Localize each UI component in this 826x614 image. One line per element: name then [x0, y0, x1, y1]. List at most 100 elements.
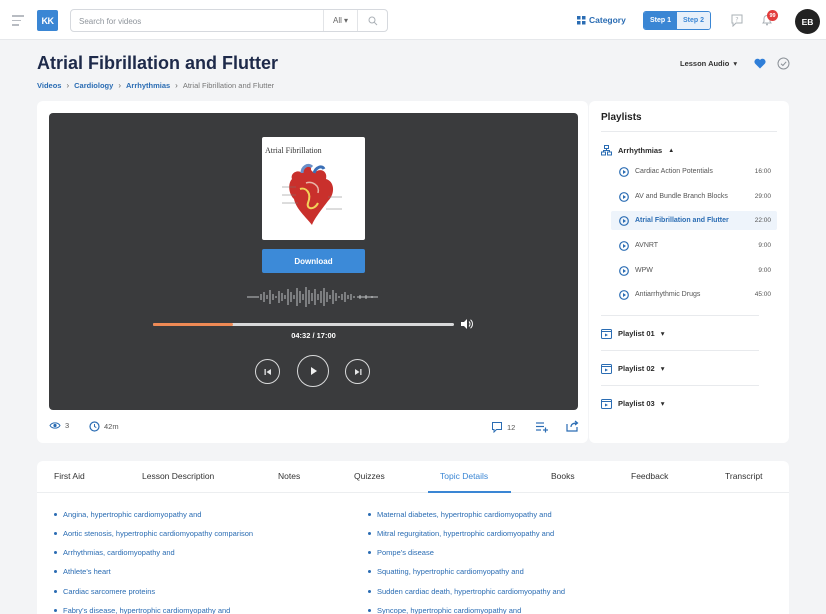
- divider: [601, 385, 759, 386]
- comments-button[interactable]: 12: [491, 421, 515, 433]
- lesson-details-panel: First Aid Lesson Description Notes Quizz…: [37, 461, 789, 614]
- lesson-audio-dropdown[interactable]: Lesson Audio ▾: [680, 59, 737, 68]
- topic-link[interactable]: Fabry's disease, hypertrophic cardiomyop…: [54, 606, 230, 614]
- topic-link[interactable]: Pompe's disease: [368, 548, 434, 557]
- chevron-right-icon: ›: [175, 81, 178, 90]
- playlist-item[interactable]: Antiarrhythmic Drugs 45:00: [611, 285, 777, 304]
- lesson-audio-label: Lesson Audio: [680, 59, 730, 68]
- playlist-item[interactable]: WPW 9:00: [611, 261, 777, 280]
- category-grid-icon: [577, 15, 586, 24]
- search-icon: [368, 16, 377, 25]
- playlist-item[interactable]: AVNRT 9:00: [611, 236, 777, 255]
- playback-progress-bar[interactable]: [153, 323, 454, 326]
- step-1-button[interactable]: Step 1: [644, 12, 677, 29]
- app-logo[interactable]: KK: [37, 10, 58, 31]
- playlist-item-duration: 16:00: [754, 168, 771, 175]
- play-circle-icon: [619, 191, 629, 202]
- topic-link[interactable]: Athlete's heart: [54, 567, 111, 576]
- duration-text: 42m: [104, 422, 119, 431]
- chevron-right-icon: ›: [118, 81, 121, 90]
- playlist-group-label: Playlist 02: [618, 364, 655, 373]
- search-filter-dropdown[interactable]: All ▾: [323, 10, 357, 31]
- topic-link[interactable]: Angina, hypertrophic cardiomyopathy and: [54, 510, 201, 519]
- play-circle-icon: [619, 240, 629, 251]
- playlist-group-03[interactable]: Playlist 03 ▾: [601, 398, 664, 409]
- add-to-playlist-icon[interactable]: [535, 421, 549, 433]
- share-icon[interactable]: [566, 420, 579, 432]
- playlist-item-title: AVNRT: [635, 242, 659, 249]
- playlist-group-01[interactable]: Playlist 01 ▾: [601, 328, 664, 339]
- play-button[interactable]: [297, 355, 329, 387]
- topic-link[interactable]: Syncope, hypertrophic cardiomyopathy and: [368, 606, 521, 614]
- audio-waveform: [247, 287, 378, 307]
- clock-icon: [89, 421, 100, 432]
- search-button[interactable]: [357, 10, 387, 31]
- chevron-down-icon: ▾: [343, 16, 348, 25]
- playlist-item[interactable]: AV and Bundle Branch Blocks 29:00: [611, 187, 777, 206]
- notification-count-badge: 99: [767, 10, 778, 21]
- svg-text:?: ?: [735, 17, 738, 24]
- playback-time: 04:32 / 17:00: [291, 331, 336, 340]
- topic-link[interactable]: Sudden cardiac death, hypertrophic cardi…: [368, 587, 565, 596]
- playlist-group-02[interactable]: Playlist 02 ▾: [601, 363, 664, 374]
- tab-lesson-description[interactable]: Lesson Description: [142, 471, 214, 481]
- user-avatar[interactable]: EB: [795, 9, 820, 34]
- topic-link[interactable]: Aortic stenosis, hypertrophic cardiomyop…: [54, 529, 253, 538]
- next-track-button[interactable]: [345, 359, 370, 384]
- play-circle-icon: [619, 166, 629, 177]
- playlist-icon: [601, 399, 612, 409]
- comments-count: 12: [507, 422, 516, 432]
- category-label: Category: [589, 15, 626, 25]
- playlist-icon: [601, 364, 612, 374]
- previous-track-button[interactable]: [255, 359, 280, 384]
- tab-notes[interactable]: Notes: [278, 471, 300, 481]
- topic-link[interactable]: Arrhythmias, cardiomyopathy and: [54, 548, 175, 557]
- tab-feedback[interactable]: Feedback: [631, 471, 668, 481]
- playlist-item-duration: 22:00: [754, 217, 771, 224]
- playlist-item-active[interactable]: Atrial Fibrillation and Flutter 22:00: [611, 211, 777, 230]
- tab-topic-details[interactable]: Topic Details: [440, 471, 488, 481]
- playlists-heading: Playlists: [601, 112, 642, 123]
- topic-link[interactable]: Cardiac sarcomere proteins: [54, 587, 155, 596]
- views-indicator: 3: [49, 421, 69, 430]
- playlist-group-label: Playlist 01: [618, 329, 655, 338]
- playlist-item-duration: 45:00: [754, 291, 771, 298]
- playlist-item-title: WPW: [635, 267, 653, 274]
- search-box: All ▾: [70, 9, 388, 32]
- divider: [601, 350, 759, 351]
- eye-icon: [49, 422, 61, 429]
- breadcrumb-videos[interactable]: Videos: [37, 81, 61, 90]
- step-2-button[interactable]: Step 2: [677, 12, 710, 29]
- playlist-group-arrhythmias[interactable]: Arrhythmias ▲: [601, 145, 674, 156]
- chevron-down-icon: ▾: [660, 399, 665, 408]
- mark-complete-check-icon[interactable]: [777, 57, 790, 70]
- views-count: 3: [65, 421, 70, 430]
- volume-icon[interactable]: [460, 318, 474, 330]
- breadcrumb-cardiology[interactable]: Cardiology: [74, 81, 113, 90]
- breadcrumb-arrhythmias[interactable]: Arrhythmias: [126, 81, 170, 90]
- chevron-down-icon: ▾: [660, 364, 665, 373]
- favorite-heart-icon[interactable]: [754, 58, 766, 69]
- breadcrumb-current: Atrial Fibrillation and Flutter: [182, 81, 275, 90]
- page-title: Atrial Fibrillation and Flutter: [37, 53, 279, 73]
- play-circle-icon: [619, 215, 629, 226]
- topic-link[interactable]: Squatting, hypertrophic cardiomyopathy a…: [368, 567, 524, 576]
- topic-link[interactable]: Maternal diabetes, hypertrophic cardiomy…: [368, 510, 552, 519]
- download-button[interactable]: Download: [262, 249, 365, 273]
- search-input[interactable]: [79, 13, 319, 29]
- chevron-right-icon: ›: [66, 81, 70, 90]
- tab-books[interactable]: Books: [551, 471, 575, 481]
- playlist-icon: [601, 329, 612, 339]
- hamburger-menu-icon[interactable]: [12, 15, 24, 26]
- playlist-item-title: AV and Bundle Branch Blocks: [635, 193, 728, 200]
- active-tab-indicator: [428, 491, 511, 493]
- topic-link[interactable]: Mitral regurgitation, hypertrophic cardi…: [368, 529, 554, 538]
- divider: [601, 315, 759, 316]
- category-button[interactable]: Category: [577, 15, 626, 25]
- step-toggle: Step 1 Step 2: [643, 11, 711, 30]
- help-icon[interactable]: ?: [730, 13, 744, 27]
- playlist-item[interactable]: Cardiac Action Potentials 16:00: [611, 162, 777, 181]
- tab-first-aid[interactable]: First Aid: [54, 471, 85, 481]
- tab-quizzes[interactable]: Quizzes: [354, 471, 385, 481]
- tab-transcript[interactable]: Transcript: [725, 471, 762, 481]
